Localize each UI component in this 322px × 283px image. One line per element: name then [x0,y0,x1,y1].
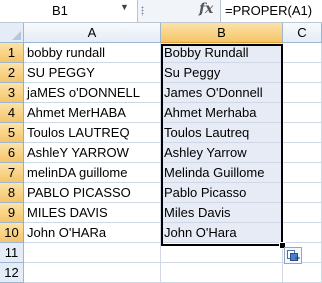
cell-c5[interactable] [283,123,322,143]
cell-c6[interactable] [283,143,322,163]
row-header-3[interactable]: 3 [0,83,24,103]
cell-b8[interactable]: Pablo Picasso [161,183,283,203]
cell-a6[interactable]: AshleY YARROW [24,143,161,163]
column-header-a[interactable]: A [24,23,161,43]
chevron-down-icon[interactable]: ▼ [120,2,129,12]
cell-b1[interactable]: Bobby Rundall [161,43,283,63]
cell-a1[interactable]: bobby rundall [24,43,161,63]
insert-function-icon[interactable]: fx [199,1,213,17]
column-header-c[interactable]: C [283,23,322,43]
formula-text[interactable]: =PROPER(A1) [225,3,312,18]
row-header-8[interactable]: 8 [0,183,24,203]
cell-b5[interactable]: Toulos Lautreq [161,123,283,143]
column-header-b[interactable]: B [161,23,283,43]
name-box[interactable]: B1 ▼ [0,0,138,22]
cell-b2[interactable]: Su Peggy [161,63,283,83]
row-header-5[interactable]: 5 [0,123,24,143]
cell-a12[interactable] [24,263,161,283]
cell-b6[interactable]: Ashley Yarrow [161,143,283,163]
formula-bar: B1 ▼ fx =PROPER(A1) [0,0,322,23]
cell-c12[interactable] [283,263,322,283]
row-header-2[interactable]: 2 [0,63,24,83]
cell-a2[interactable]: SU PEGGY [24,63,161,83]
row-header-9[interactable]: 9 [0,203,24,223]
cell-b4[interactable]: Ahmet Merhaba [161,103,283,123]
cell-a3[interactable]: jaMES o'DONNELL [24,83,161,103]
cell-b11[interactable] [161,243,283,263]
formula-input[interactable]: =PROPER(A1) [220,0,322,22]
row-header-6[interactable]: 6 [0,143,24,163]
cell-c7[interactable] [283,163,322,183]
cell-a4[interactable]: Ahmet MerHABA [24,103,161,123]
row-header-1[interactable]: 1 [0,43,24,63]
row-header-7[interactable]: 7 [0,163,24,183]
formula-bar-resize-handle[interactable] [141,6,144,16]
cell-c10[interactable] [283,223,322,243]
cell-b9[interactable]: Miles Davis [161,203,283,223]
select-all-button[interactable] [0,23,24,43]
row-header-12[interactable]: 12 [0,263,24,283]
cell-c9[interactable] [283,203,322,223]
cell-b7[interactable]: Melinda Guillome [161,163,283,183]
row-header-10[interactable]: 10 [0,223,24,243]
row-header-11[interactable]: 11 [0,243,24,263]
row-header-4[interactable]: 4 [0,103,24,123]
paste-options-icon[interactable]: + [284,247,302,264]
cell-b12[interactable] [161,263,283,283]
cell-b3[interactable]: James O'Donnell [161,83,283,103]
cell-c3[interactable] [283,83,322,103]
name-box-value[interactable]: B1 [52,3,68,18]
cell-b10[interactable]: John O'Hara [161,223,283,243]
cell-a5[interactable]: Toulos LAUTREQ [24,123,161,143]
cell-a8[interactable]: PABLO PICASSO [24,183,161,203]
cell-a9[interactable]: MILES DAVIS [24,203,161,223]
cell-a7[interactable]: melinDA guillome [24,163,161,183]
cell-c4[interactable] [283,103,322,123]
cell-c8[interactable] [283,183,322,203]
cell-a10[interactable]: John O'HARa [24,223,161,243]
cell-c2[interactable] [283,63,322,83]
cell-a11[interactable] [24,243,161,263]
cell-c1[interactable] [283,43,322,63]
